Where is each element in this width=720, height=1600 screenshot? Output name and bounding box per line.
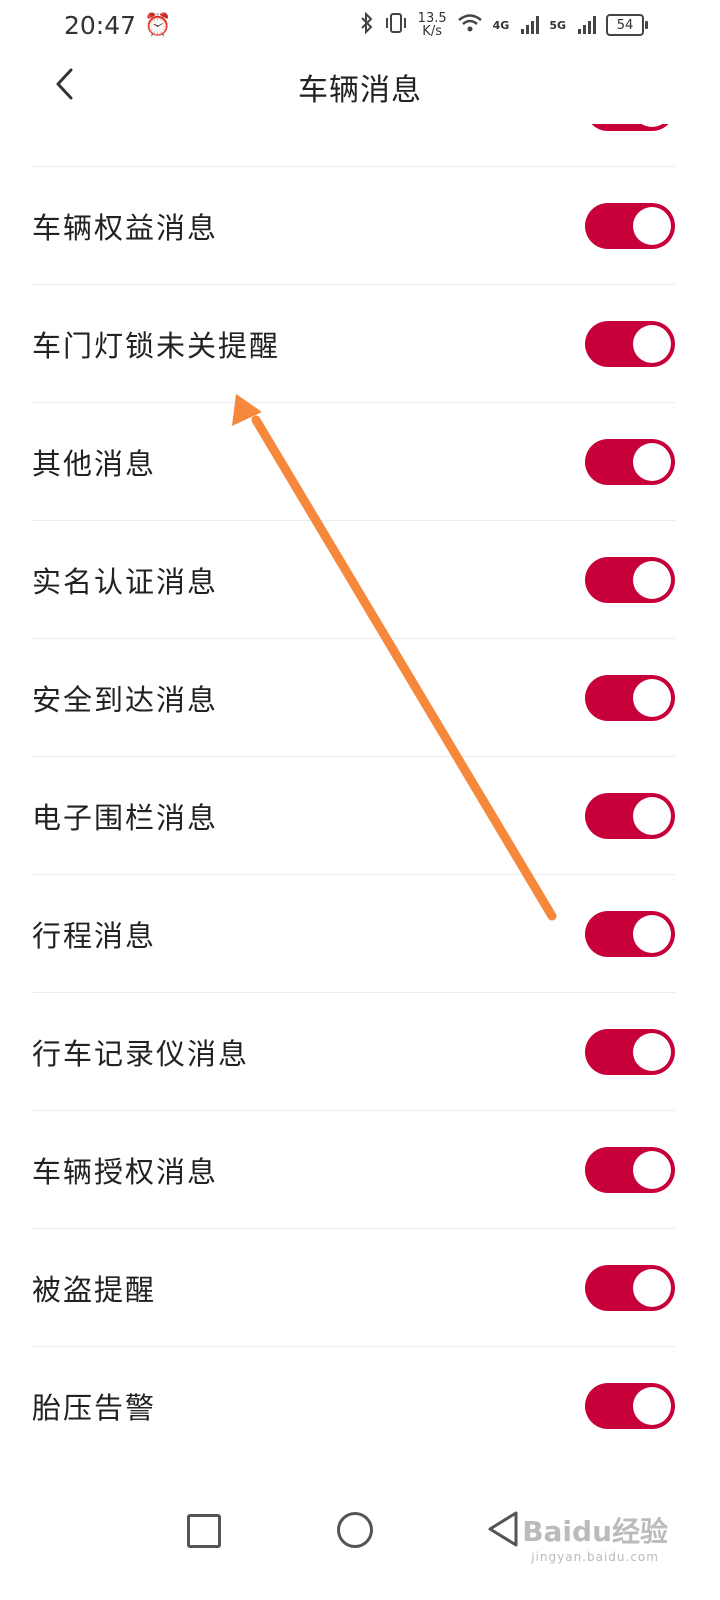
toggle-knob <box>633 678 671 717</box>
list-item-label: 车门灯锁未关提醒 <box>32 328 281 363</box>
recent-apps-button[interactable] <box>187 1514 221 1548</box>
list-item-label: 行车记录仪消息 <box>32 1036 250 1071</box>
settings-list: 车辆权益消息车门灯锁未关提醒 其他消息实名认证消息 安全到达消息 电子围栏消息 行程消息… <box>0 124 720 1464</box>
battery-level: 54 <box>616 17 634 33</box>
net-speed: 13.5 K/s <box>418 12 447 38</box>
cell-signal-2: 5G <box>549 19 566 32</box>
status-bar: 20:47 ⏰ 13.5 K/s 4G 5G 54 <box>0 0 720 50</box>
triangle-back-icon <box>488 1511 518 1547</box>
list-item: 车辆授权消息 <box>32 1111 675 1229</box>
watermark-brand: Baidu经验 <box>522 1515 668 1548</box>
list-item: 车门灯锁未关提醒 <box>32 285 675 403</box>
list-item-label: 实名认证消息 <box>32 564 219 599</box>
signal-1-label: 4G <box>492 18 510 32</box>
signal-2-label: 5G <box>549 18 566 32</box>
cell-signal-1: 4G <box>493 19 510 32</box>
toggle-switch[interactable] <box>585 320 675 367</box>
status-left: 20:47 ⏰ <box>64 11 171 40</box>
list-item: 实名认证消息 <box>32 521 675 639</box>
page-title: 车辆消息 <box>298 73 422 108</box>
battery-icon: 54 <box>606 14 648 36</box>
list-item: 安全到达消息 <box>32 639 675 757</box>
wifi-icon <box>457 13 483 37</box>
list-item: 其他消息 <box>32 403 675 521</box>
list-item-label: 胎压告警 <box>32 1390 157 1425</box>
watermark-url: jingyan.baidu.com <box>531 1550 659 1564</box>
toggle-knob <box>633 324 671 363</box>
toggle-knob <box>633 796 671 835</box>
toggle-switch[interactable] <box>585 792 675 839</box>
toggle-knob <box>633 206 671 245</box>
list-item-label: 其他消息 <box>32 446 157 481</box>
list-item-label: 车辆权益消息 <box>32 210 219 245</box>
toggle-switch[interactable] <box>585 910 675 957</box>
toggle-switch[interactable] <box>585 124 675 131</box>
list-item-label: 安全到达消息 <box>32 682 219 717</box>
list-item: 行车记录仪消息 <box>32 993 675 1111</box>
toggle-knob <box>633 1268 671 1307</box>
chevron-left-icon <box>56 68 73 100</box>
list-item-label: 电子围栏消息 <box>32 800 219 835</box>
net-speed-unit: K/s <box>422 24 442 39</box>
list-item: 车辆权益消息 <box>32 167 675 285</box>
toggle-switch[interactable] <box>585 674 675 721</box>
toggle-switch[interactable] <box>585 556 675 603</box>
toggle-knob <box>633 1032 671 1071</box>
toggle-knob <box>633 1386 671 1425</box>
bluetooth-icon <box>360 11 374 38</box>
list-item: 被盗提醒 <box>32 1229 675 1347</box>
toggle-knob <box>633 442 671 481</box>
watermark: Baidu经验 jingyan.baidu.com <box>522 1510 668 1564</box>
status-right: 13.5 K/s 4G 5G 54 <box>350 11 648 38</box>
toggle-knob <box>633 1150 671 1189</box>
list-item: 胎压告警 <box>32 1347 675 1464</box>
list-item-label: 被盗提醒 <box>32 1272 157 1307</box>
signal-bars-1-icon <box>519 16 540 34</box>
alarm-clock-icon: ⏰ <box>144 12 172 38</box>
settings-list-viewport[interactable]: 车辆权益消息车门灯锁未关提醒 其他消息实名认证消息 安全到达消息 电子围栏消息 行程消息… <box>0 124 720 1464</box>
toggle-switch[interactable] <box>585 202 675 249</box>
toggle-switch[interactable] <box>585 1264 675 1311</box>
vibrate-icon <box>384 12 408 38</box>
toggle-switch[interactable] <box>585 1382 675 1429</box>
list-item-label: 车辆授权消息 <box>32 1154 219 1189</box>
nav-back-button[interactable] <box>486 1510 520 1548</box>
back-button[interactable] <box>44 64 84 104</box>
toggle-switch[interactable] <box>585 1146 675 1193</box>
list-item <box>32 124 675 167</box>
home-button[interactable] <box>337 1512 373 1548</box>
list-item: 行程消息 <box>32 875 675 993</box>
toggle-switch[interactable] <box>585 1028 675 1075</box>
app-header: 车辆消息 <box>0 50 720 124</box>
toggle-knob <box>633 560 671 599</box>
toggle-knob <box>633 124 671 127</box>
toggle-switch[interactable] <box>585 438 675 485</box>
signal-bars-2-icon <box>576 16 596 34</box>
toggle-knob <box>633 914 671 953</box>
list-item-label: 行程消息 <box>32 918 157 953</box>
list-item: 电子围栏消息 <box>32 757 675 875</box>
status-time: 20:47 <box>64 10 137 40</box>
